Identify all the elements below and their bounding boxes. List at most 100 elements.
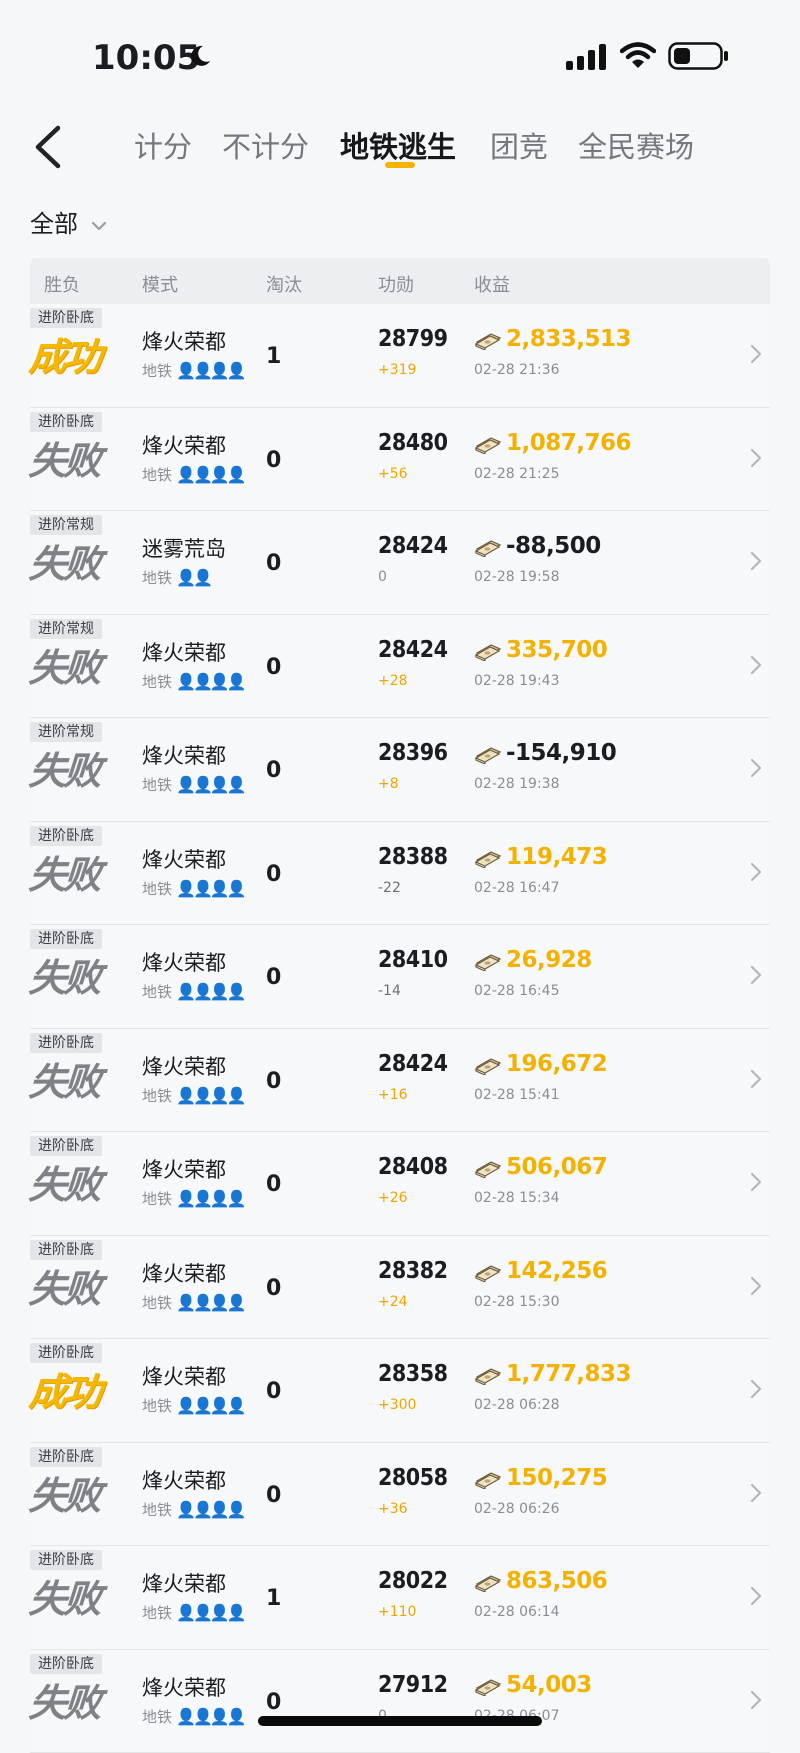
squad-size-icon: 👤👤👤👤 bbox=[176, 1189, 244, 1208]
cash-stack-icon bbox=[474, 1160, 502, 1178]
map-name: 烽火荣都 bbox=[142, 637, 226, 667]
tab-scored[interactable]: 计分 bbox=[134, 124, 192, 166]
mode-sub: 地铁👤👤👤👤 bbox=[142, 1188, 244, 1209]
mode-type: 地铁 bbox=[142, 1708, 172, 1726]
match-type-tag: 进阶卧底 bbox=[30, 1550, 102, 1570]
merit-delta: +26 bbox=[378, 1190, 408, 1206]
mode-sub: 地铁👤👤👤👤 bbox=[142, 774, 244, 795]
result-label: 失败 bbox=[28, 441, 101, 481]
cash-stack-icon bbox=[474, 953, 502, 971]
mode-sub: 地铁👤👤👤👤 bbox=[142, 981, 244, 1002]
match-history-table: 胜负 模式 淘汰 功勋 收益 进阶卧底 成功 烽火荣都 地铁👤👤👤👤 1 287… bbox=[30, 258, 770, 1753]
tab-metro-escape[interactable]: 地铁逃生 bbox=[340, 124, 456, 166]
table-row[interactable]: 进阶卧底 失败 烽火荣都 地铁👤👤👤👤 0 28382 +24 142,256 … bbox=[30, 1236, 770, 1340]
tab-arena[interactable]: 全民赛场 bbox=[578, 124, 694, 166]
mode-sub: 地铁👤👤👤👤 bbox=[142, 1706, 244, 1727]
table-row[interactable]: 进阶卧底 失败 烽火荣都 地铁👤👤👤👤 0 28408 +26 506,067 … bbox=[30, 1132, 770, 1236]
result-label: 失败 bbox=[28, 855, 101, 895]
match-time: 02-28 21:25 bbox=[474, 466, 559, 482]
status-time: 10:05 bbox=[92, 38, 200, 78]
table-row[interactable]: 进阶卧底 失败 烽火荣都 地铁👤👤👤👤 0 28424 +16 196,672 … bbox=[30, 1029, 770, 1133]
result-label: 失败 bbox=[28, 544, 101, 584]
merit-delta: +110 bbox=[378, 1604, 416, 1620]
table-row[interactable]: 进阶卧底 失败 烽火荣都 地铁👤👤👤👤 0 28480 +56 1,087,76… bbox=[30, 408, 770, 512]
match-time: 02-28 19:43 bbox=[474, 673, 559, 689]
merit-delta: +28 bbox=[378, 673, 408, 689]
top-nav: 计分 不计分 地铁逃生 团竞 全民赛场 bbox=[0, 110, 800, 190]
table-row[interactable]: 进阶卧底 成功 烽火荣都 地铁👤👤👤👤 1 28799 +319 2,833,5… bbox=[30, 304, 770, 408]
earnings-value: -154,910 bbox=[506, 740, 616, 766]
mode-sub: 地铁👤👤👤👤 bbox=[142, 1085, 244, 1106]
table-row[interactable]: 进阶卧底 失败 烽火荣都 地铁👤👤👤👤 0 27912 0 54,003 02-… bbox=[30, 1650, 770, 1753]
merit-delta: -22 bbox=[378, 880, 401, 896]
tab-team-deathmatch[interactable]: 团竞 bbox=[490, 124, 548, 166]
match-time: 02-28 06:14 bbox=[474, 1604, 559, 1620]
mode-type: 地铁 bbox=[142, 880, 172, 898]
squad-size-icon: 👤👤👤👤 bbox=[176, 1293, 244, 1312]
match-time: 02-28 16:47 bbox=[474, 880, 559, 896]
cash-stack-icon bbox=[474, 1057, 502, 1075]
mode-sub: 地铁👤👤👤👤 bbox=[142, 464, 244, 485]
eliminations: 1 bbox=[266, 1586, 281, 1611]
eliminations: 0 bbox=[266, 655, 281, 680]
squad-size-icon: 👤👤👤👤 bbox=[176, 465, 244, 484]
match-type-tag: 进阶卧底 bbox=[30, 1654, 102, 1674]
merit-score: 28424 bbox=[378, 1051, 448, 1077]
eliminations: 1 bbox=[266, 344, 281, 369]
filter-dropdown[interactable]: 全部 bbox=[30, 204, 107, 244]
active-tab-indicator bbox=[385, 162, 415, 168]
table-row[interactable]: 进阶卧底 成功 烽火荣都 地铁👤👤👤👤 0 28358 +300 1,777,8… bbox=[30, 1339, 770, 1443]
table-row[interactable]: 进阶卧底 失败 烽火荣都 地铁👤👤👤👤 0 28388 -22 119,473 … bbox=[30, 822, 770, 926]
table-row[interactable]: 进阶卧底 失败 烽火荣都 地铁👤👤👤👤 1 28022 +110 863,506… bbox=[30, 1546, 770, 1650]
eliminations: 0 bbox=[266, 551, 281, 576]
result-label: 失败 bbox=[28, 1062, 101, 1102]
match-type-tag: 进阶常规 bbox=[30, 722, 102, 742]
table-row[interactable]: 进阶常规 失败 烽火荣都 地铁👤👤👤👤 0 28396 +8 -154,910 … bbox=[30, 718, 770, 822]
eliminations: 0 bbox=[266, 862, 281, 887]
eliminations: 0 bbox=[266, 1069, 281, 1094]
cash-stack-icon bbox=[474, 1678, 502, 1696]
mode-type: 地铁 bbox=[142, 466, 172, 484]
col-header-eliminations: 淘汰 bbox=[266, 271, 302, 297]
earnings-value: 2,833,513 bbox=[506, 326, 631, 352]
table-row[interactable]: 进阶常规 失败 烽火荣都 地铁👤👤👤👤 0 28424 +28 335,700 … bbox=[30, 615, 770, 719]
merit-score: 28480 bbox=[378, 430, 448, 456]
match-type-tag: 进阶卧底 bbox=[30, 826, 102, 846]
chevron-right-icon bbox=[750, 551, 762, 571]
chevron-right-icon bbox=[750, 1483, 762, 1503]
merit-score: 28408 bbox=[378, 1154, 448, 1180]
match-type-tag: 进阶卧底 bbox=[30, 308, 102, 328]
map-name: 烽火荣都 bbox=[142, 1465, 226, 1495]
result-label: 失败 bbox=[28, 1476, 101, 1516]
table-row[interactable]: 进阶常规 失败 迷雾荒岛 地铁👤👤 0 28424 0 -88,500 02-2… bbox=[30, 511, 770, 615]
squad-size-icon: 👤👤👤👤 bbox=[176, 1603, 244, 1622]
status-bar: 10:05 bbox=[0, 0, 800, 110]
chevron-right-icon bbox=[750, 448, 762, 468]
battery-icon bbox=[668, 42, 730, 70]
chevron-right-icon bbox=[750, 655, 762, 675]
mode-type: 地铁 bbox=[142, 673, 172, 691]
squad-size-icon: 👤👤👤👤 bbox=[176, 1396, 244, 1415]
earnings-value: 863,506 bbox=[506, 1568, 607, 1594]
merit-score: 28388 bbox=[378, 844, 448, 870]
squad-size-icon: 👤👤👤👤 bbox=[176, 672, 244, 691]
table-row[interactable]: 进阶卧底 失败 烽火荣都 地铁👤👤👤👤 0 28058 +36 150,275 … bbox=[30, 1443, 770, 1547]
match-time: 02-28 06:28 bbox=[474, 1397, 559, 1413]
tab-unscored[interactable]: 不计分 bbox=[222, 124, 309, 166]
earnings-value: 142,256 bbox=[506, 1258, 607, 1284]
merit-score: 28358 bbox=[378, 1361, 448, 1387]
mode-sub: 地铁👤👤👤👤 bbox=[142, 1292, 244, 1313]
result-label: 失败 bbox=[28, 648, 101, 688]
chevron-right-icon bbox=[750, 1276, 762, 1296]
mode-type: 地铁 bbox=[142, 1397, 172, 1415]
map-name: 烽火荣都 bbox=[142, 1361, 226, 1391]
chevron-right-icon bbox=[750, 1690, 762, 1710]
mode-type: 地铁 bbox=[142, 1190, 172, 1208]
mode-sub: 地铁👤👤👤👤 bbox=[142, 671, 244, 692]
table-row[interactable]: 进阶卧底 失败 烽火荣都 地铁👤👤👤👤 0 28410 -14 26,928 0… bbox=[30, 925, 770, 1029]
mode-sub: 地铁👤👤👤👤 bbox=[142, 360, 244, 381]
result-label: 成功 bbox=[28, 337, 101, 377]
eliminations: 0 bbox=[266, 1690, 281, 1715]
eliminations: 0 bbox=[266, 758, 281, 783]
col-header-mode: 模式 bbox=[142, 271, 178, 297]
